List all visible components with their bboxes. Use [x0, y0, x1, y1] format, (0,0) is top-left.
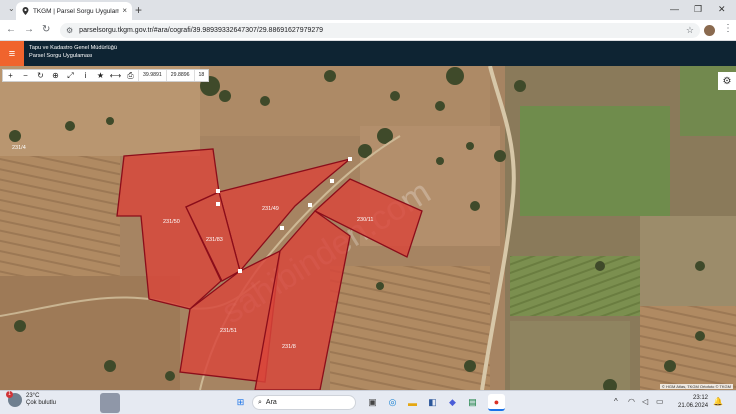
- green-field: [510, 256, 640, 316]
- url-text: parselsorgu.tkgm.gov.tr/#ara/cografi/39.…: [79, 27, 324, 34]
- settings-gear-icon[interactable]: ⚙: [718, 72, 736, 90]
- edge-browser-icon[interactable]: ◎: [384, 394, 401, 411]
- parcel-label: 231/83: [206, 237, 223, 243]
- app-icon[interactable]: ▤: [464, 394, 481, 411]
- map-toolbar: + − ↻ ⊕ ⤢ i ★ ⟷ ⎙ 39.9891 29.8896 18: [2, 69, 210, 82]
- site-info-icon[interactable]: ⚙: [66, 26, 73, 35]
- weather-widget[interactable]: 1 23°C Çok bulutlu: [6, 391, 57, 407]
- field-area: [640, 216, 736, 306]
- maximize-button[interactable]: ❐: [694, 2, 702, 16]
- cloud-icon: 1: [6, 391, 22, 407]
- pinned-app-icon[interactable]: [100, 393, 120, 413]
- field-area: [330, 266, 490, 390]
- volume-icon[interactable]: ◁: [642, 397, 648, 406]
- tab-close-icon[interactable]: ×: [122, 7, 127, 15]
- parcel-label: 231/4: [12, 145, 26, 151]
- parcel-label: 231/49: [262, 206, 279, 212]
- map-view[interactable]: sahibinden.com 231/50 231/49 230/11 231/…: [0, 66, 736, 390]
- app-title-line1: Tapu ve Kadastro Genel Müdürlüğü: [29, 45, 117, 51]
- taskbar-search[interactable]: ⌕ Ara: [252, 395, 356, 410]
- task-view-icon[interactable]: ▣: [364, 394, 381, 411]
- clock-time: 23:12: [692, 395, 708, 401]
- profile-avatar[interactable]: [704, 25, 715, 36]
- parcel-label: 231/51: [220, 328, 237, 334]
- hamburger-menu-icon[interactable]: ≡: [0, 41, 24, 66]
- windows-taskbar: 1 23°C Çok bulutlu ⊞ ⌕ Ara ▣ ◎ ▬ ◧ ◆ ▤ ●…: [0, 390, 736, 414]
- system-clock[interactable]: 23:12 21.06.2024: [678, 394, 708, 410]
- parcel-label: 230/11: [357, 217, 373, 223]
- fullscreen-icon[interactable]: ⤢: [63, 70, 78, 81]
- refresh-icon[interactable]: ↻: [33, 70, 48, 81]
- app-title: Tapu ve Kadastro Genel Müdürlüğü Parsel …: [29, 44, 117, 60]
- back-arrow-icon[interactable]: ←: [6, 24, 16, 36]
- zoom-in-icon[interactable]: +: [3, 70, 18, 81]
- file-explorer-icon[interactable]: ▬: [404, 394, 421, 411]
- windows-start-icon[interactable]: ⊞: [232, 394, 249, 411]
- search-icon: ⌕: [258, 398, 262, 406]
- longitude-readout: 29.8896: [165, 70, 194, 81]
- battery-icon[interactable]: ▭: [656, 397, 664, 406]
- latitude-readout: 39.9891: [138, 70, 166, 81]
- browser-menu-icon[interactable]: ⋮: [723, 23, 733, 34]
- app-header: ≡ Tapu ve Kadastro Genel Müdürlüğü Parse…: [0, 41, 736, 66]
- store-icon[interactable]: ◧: [424, 394, 441, 411]
- bookmark-star-icon[interactable]: ☆: [686, 25, 694, 36]
- field-area: [0, 156, 120, 276]
- chrome-taskbar-icon[interactable]: ●: [488, 394, 505, 411]
- url-field[interactable]: ⚙ parselsorgu.tkgm.gov.tr/#ara/cografi/3…: [60, 23, 700, 38]
- tab-title: TKGM | Parsel Sorgu Uygulama...: [33, 7, 120, 15]
- search-label: Ara: [265, 399, 277, 406]
- browser-tab[interactable]: TKGM | Parsel Sorgu Uygulama... ×: [16, 2, 132, 20]
- zoom-out-icon[interactable]: −: [18, 70, 33, 81]
- measure-icon[interactable]: ⟷: [108, 70, 123, 81]
- satellite-map[interactable]: sahibinden.com 231/50 231/49 230/11 231/…: [0, 66, 736, 390]
- reload-icon[interactable]: ↻: [42, 24, 50, 36]
- parcel-label: 231/8: [282, 344, 296, 350]
- new-tab-button[interactable]: +: [135, 3, 142, 17]
- clock-date: 21.06.2024: [678, 403, 709, 409]
- temperature-text: 23°C: [26, 393, 40, 399]
- zoom-level-readout: 18: [193, 70, 209, 81]
- notification-badge: 1: [6, 391, 13, 398]
- minimize-button[interactable]: —: [670, 2, 679, 16]
- forward-arrow-icon[interactable]: →: [24, 24, 34, 36]
- teams-icon[interactable]: ◆: [444, 394, 461, 411]
- info-icon[interactable]: i: [78, 70, 93, 81]
- address-bar: ← → ↻ ⚙ parselsorgu.tkgm.gov.tr/#ara/cog…: [0, 20, 736, 41]
- print-icon[interactable]: ⎙: [123, 70, 138, 81]
- notifications-bell-icon[interactable]: 🔔: [713, 397, 723, 406]
- favorite-star-icon[interactable]: ★: [93, 70, 108, 81]
- app-title-line2: Parsel Sorgu Uygulaması: [29, 53, 93, 59]
- location-pin-icon: [21, 7, 29, 15]
- green-field: [520, 106, 670, 216]
- show-hidden-icons[interactable]: ^: [614, 397, 618, 406]
- browser-tab-bar: ⌄ TKGM | Parsel Sorgu Uygulama... × + — …: [0, 0, 736, 20]
- field-area: [640, 306, 736, 390]
- weather-text: Çok bulutlu: [26, 400, 57, 406]
- tab-search-icon[interactable]: ⌄: [8, 4, 15, 13]
- wifi-icon[interactable]: ◠: [628, 397, 635, 406]
- close-window-button[interactable]: ✕: [718, 2, 726, 16]
- map-attribution: © HGM Atlas, TKGM Ortofoto © TKGM: [659, 384, 733, 389]
- locate-icon[interactable]: ⊕: [48, 70, 63, 81]
- parcel-label: 231/50: [163, 219, 180, 225]
